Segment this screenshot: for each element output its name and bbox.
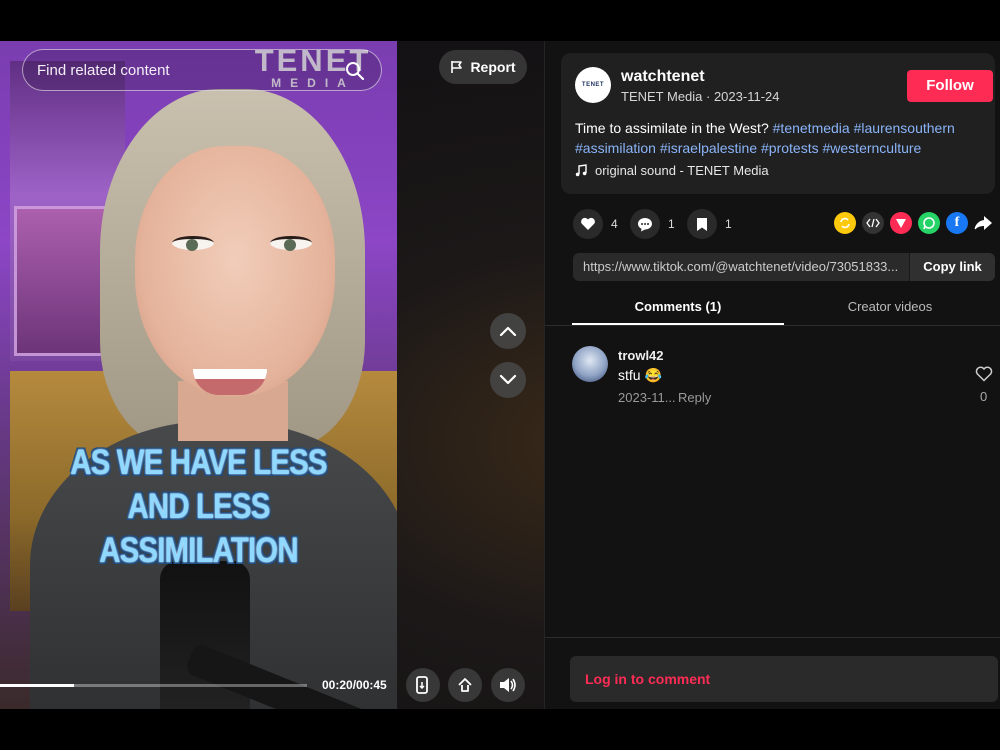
author-card: TENET watchtenet TENET Media · 2023-11-2… xyxy=(561,53,995,194)
comment-text: stfu 😂 xyxy=(618,367,662,383)
details-panel: TENET watchtenet TENET Media · 2023-11-2… xyxy=(544,41,1000,709)
time-readout: 00:20/00:45 xyxy=(322,678,387,692)
like-action[interactable]: 4 xyxy=(573,209,618,239)
copy-link-button[interactable]: Copy link xyxy=(909,253,995,281)
author-meta: TENET Media · 2023-11-24 xyxy=(621,89,780,104)
send-to-friends-icon[interactable] xyxy=(890,212,912,234)
save-button[interactable] xyxy=(687,209,717,239)
autoscroll-button[interactable] xyxy=(406,668,440,702)
report-label: Report xyxy=(470,59,516,75)
caption-line-2: AND LESS ASSIMILATION xyxy=(99,487,298,570)
embed-icon[interactable] xyxy=(862,212,884,234)
chevron-down-icon xyxy=(499,374,517,385)
hashtag-link[interactable]: #israelpalestine xyxy=(660,140,757,156)
commenter-username[interactable]: trowl42 xyxy=(618,348,664,363)
comment-action[interactable]: 1 xyxy=(630,209,675,239)
save-count: 1 xyxy=(725,217,732,231)
video-link-bar: https://www.tiktok.com/@watchtenet/video… xyxy=(573,253,995,281)
share-arrow-icon[interactable] xyxy=(973,213,993,233)
report-button[interactable]: Report xyxy=(439,50,527,84)
tab-comments[interactable]: Comments (1) xyxy=(572,299,784,314)
comment-heart-icon[interactable] xyxy=(975,366,993,382)
video-link-url[interactable]: https://www.tiktok.com/@watchtenet/video… xyxy=(583,259,903,274)
tab-creator-videos[interactable]: Creator videos xyxy=(784,299,996,314)
volume-icon xyxy=(500,678,516,692)
comment-count: 1 xyxy=(668,217,675,231)
presenter-face xyxy=(135,146,335,396)
comment-bubble-icon xyxy=(638,217,652,231)
login-to-comment-button[interactable]: Log in to comment xyxy=(570,656,998,702)
hashtag-link[interactable]: #tenetmedia xyxy=(773,120,850,136)
floating-player-icon xyxy=(458,678,472,692)
comment-button[interactable] xyxy=(630,209,660,239)
video-frame[interactable]: AS WE HAVE LESS AND LESS ASSIMILATION TE… xyxy=(0,41,397,709)
search-placeholder: Find related content xyxy=(37,61,170,79)
background-poster xyxy=(14,206,114,356)
previous-video-button[interactable] xyxy=(490,313,526,349)
floating-player-button[interactable] xyxy=(448,668,482,702)
volume-button[interactable] xyxy=(491,668,525,702)
description-text: Time to assimilate in the West? xyxy=(575,120,773,136)
video-player[interactable]: AS WE HAVE LESS AND LESS ASSIMILATION TE… xyxy=(0,41,544,709)
phone-scroll-icon xyxy=(416,676,428,694)
presenter-eye-left xyxy=(172,236,214,251)
search-input[interactable]: Find related content xyxy=(22,49,382,91)
bookmark-icon xyxy=(697,217,707,231)
progress-bar[interactable] xyxy=(0,684,307,687)
presenter-eye-right xyxy=(270,236,312,251)
comment-like-count: 0 xyxy=(980,389,988,404)
search-icon[interactable] xyxy=(345,61,365,81)
comment-tabs: Comments (1) Creator videos xyxy=(545,293,1000,326)
follow-button[interactable]: Follow xyxy=(907,70,993,102)
reply-button[interactable]: Reply xyxy=(678,390,711,405)
commenter-avatar[interactable] xyxy=(572,346,608,382)
video-description: Time to assimilate in the West? #tenetme… xyxy=(575,118,985,158)
whatsapp-icon[interactable] xyxy=(918,212,940,234)
music-note-icon xyxy=(575,164,587,177)
hashtag-link[interactable]: #assimilation xyxy=(575,140,656,156)
flag-icon xyxy=(451,61,463,73)
save-action[interactable]: 1 xyxy=(687,209,732,239)
hashtag-link[interactable]: #protests xyxy=(761,140,819,156)
author-avatar[interactable]: TENET xyxy=(575,67,611,103)
chevron-up-icon xyxy=(499,326,517,337)
next-video-button[interactable] xyxy=(490,362,526,398)
repost-icon[interactable] xyxy=(834,212,856,234)
active-tab-indicator xyxy=(572,323,784,325)
comment-item: trowl42 stfu 😂 2023-11... Reply 0 xyxy=(572,346,997,416)
hashtag-link[interactable]: #laurensouthern xyxy=(854,120,955,136)
progress-fill xyxy=(0,684,74,687)
sound-link[interactable]: original sound - TENET Media xyxy=(575,163,769,178)
like-count: 4 xyxy=(611,217,618,231)
comment-date: 2023-11... xyxy=(618,390,676,405)
caption-line-1: AS WE HAVE LESS xyxy=(70,443,327,482)
comment-footer: Log in to comment xyxy=(545,637,1000,709)
hashtag-link[interactable]: #westernculture xyxy=(823,140,922,156)
sound-label: original sound - TENET Media xyxy=(595,163,769,178)
heart-icon xyxy=(581,217,595,230)
facebook-icon[interactable]: f xyxy=(946,212,968,234)
video-caption: AS WE HAVE LESS AND LESS ASSIMILATION xyxy=(32,441,365,573)
author-username[interactable]: watchtenet xyxy=(621,68,705,86)
action-bar: 4 1 1 f xyxy=(573,209,1000,239)
like-button[interactable] xyxy=(573,209,603,239)
